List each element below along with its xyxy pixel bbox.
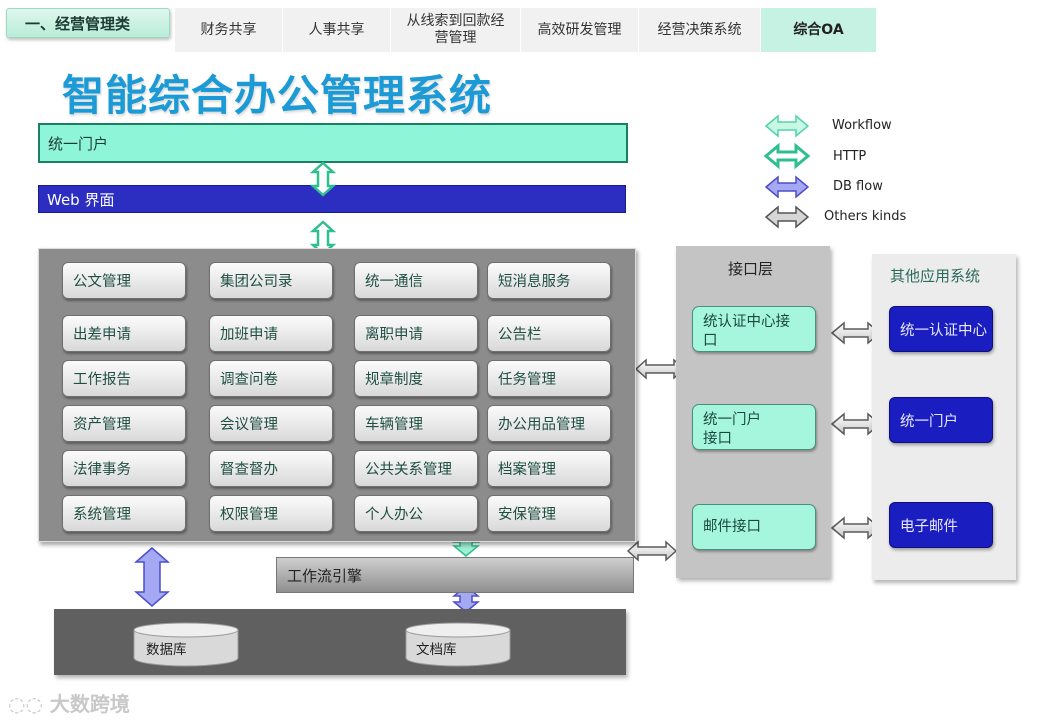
module-unified-communication[interactable]: 统一通信 bbox=[354, 262, 478, 299]
module-bulletin-board[interactable]: 公告栏 bbox=[487, 315, 611, 352]
interface-layer-panel: 接口层 统认证中心接口 统一门户接口 邮件接口 bbox=[676, 246, 830, 578]
module-resignation[interactable]: 离职申请 bbox=[354, 315, 478, 352]
module-group-directory[interactable]: 集团公司录 bbox=[209, 262, 333, 299]
module-sms-service[interactable]: 短消息服务 bbox=[487, 262, 611, 299]
module-overtime[interactable]: 加班申请 bbox=[209, 315, 333, 352]
modules-db-arrow bbox=[134, 547, 170, 607]
app-unified-auth-center[interactable]: 统一认证中心 bbox=[889, 306, 993, 352]
engine-interface-arrow bbox=[626, 540, 678, 562]
legend-http-icon bbox=[763, 142, 811, 170]
database-label: 数据库 bbox=[146, 642, 187, 658]
mail-interface[interactable]: 邮件接口 bbox=[692, 504, 816, 550]
module-permission-management[interactable]: 权限管理 bbox=[209, 495, 333, 532]
workflow-engine: 工作流引擎 bbox=[276, 557, 634, 593]
app-unified-portal[interactable]: 统一门户 bbox=[889, 397, 993, 443]
module-survey[interactable]: 调查问卷 bbox=[209, 360, 333, 397]
other-apps-panel: 其他应用系统 统一认证中心 统一门户 电子邮件 bbox=[872, 254, 1016, 580]
module-asset-management[interactable]: 资产管理 bbox=[62, 405, 186, 442]
module-vehicle-management[interactable]: 车辆管理 bbox=[354, 405, 478, 442]
module-work-report[interactable]: 工作报告 bbox=[62, 360, 186, 397]
module-panel: 公文管理 集团公司录 统一通信 短消息服务 出差申请 加班申请 离职申请 公告栏… bbox=[38, 248, 636, 542]
legend-workflow-label: Workflow bbox=[832, 118, 892, 133]
other-apps-title: 其他应用系统 bbox=[890, 267, 981, 285]
auth-center-interface[interactable]: 统认证中心接口 bbox=[692, 306, 816, 352]
watermark-logo: ◌◌ 大数跨境 bbox=[8, 692, 130, 716]
module-public-relations[interactable]: 公共关系管理 bbox=[354, 450, 478, 487]
portal-web-arrow bbox=[309, 161, 337, 197]
module-business-trip[interactable]: 出差申请 bbox=[62, 315, 186, 352]
workflow-engine-label: 工作流引擎 bbox=[287, 566, 363, 585]
app-email[interactable]: 电子邮件 bbox=[889, 502, 993, 548]
module-office-supplies[interactable]: 办公用品管理 bbox=[487, 405, 611, 442]
module-personal-office[interactable]: 个人办公 bbox=[354, 495, 478, 532]
watermark-text: 大数跨境 bbox=[49, 692, 130, 716]
legend-http-label: HTTP bbox=[833, 149, 867, 164]
module-security-management[interactable]: 安保管理 bbox=[487, 495, 611, 532]
module-regulations[interactable]: 规章制度 bbox=[354, 360, 478, 397]
legend-db-flow-icon bbox=[764, 175, 810, 199]
document-store-label: 文档库 bbox=[416, 642, 457, 658]
module-legal-affairs[interactable]: 法律事务 bbox=[62, 450, 186, 487]
legend-others-icon bbox=[764, 205, 810, 229]
legend-db-flow-label: DB flow bbox=[833, 179, 883, 194]
portal-interface[interactable]: 统一门户接口 bbox=[692, 404, 816, 450]
module-supervision[interactable]: 督查督办 bbox=[209, 450, 333, 487]
legend-workflow-icon bbox=[764, 114, 810, 138]
module-task-management[interactable]: 任务管理 bbox=[487, 360, 611, 397]
legend-others-label: Others kinds bbox=[824, 209, 907, 224]
module-meeting-management[interactable]: 会议管理 bbox=[209, 405, 333, 442]
module-document-management[interactable]: 公文管理 bbox=[62, 262, 186, 299]
module-system-management[interactable]: 系统管理 bbox=[62, 495, 186, 532]
module-archive-management[interactable]: 档案管理 bbox=[487, 450, 611, 487]
interface-layer-title: 接口层 bbox=[728, 260, 774, 278]
